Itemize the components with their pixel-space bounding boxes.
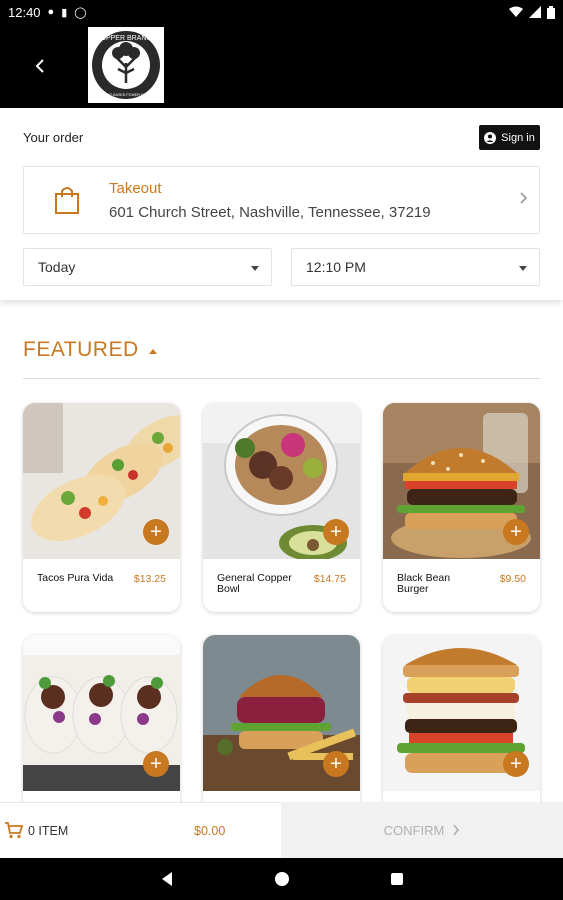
order-method: Takeout (109, 180, 162, 197)
add-to-cart-button[interactable]: + (503, 519, 529, 545)
plus-icon: + (150, 521, 162, 543)
product-price: $14.75 (313, 573, 346, 585)
add-to-cart-button[interactable]: + (143, 519, 169, 545)
product-name: General Copper Bowl (217, 572, 292, 595)
svg-text:PLANT-BASED POWER FOOD: PLANT-BASED POWER FOOD (101, 93, 152, 97)
your-order-label: Your order (23, 130, 84, 145)
status-bar: 12:40 ● ▮ ◯ (0, 0, 563, 24)
confirm-label: CONFIRM (383, 822, 445, 838)
sign-in-label: Sign in (501, 131, 535, 144)
nav-home-icon[interactable] (274, 871, 290, 887)
cart-item-count: 0 ITEM (28, 824, 69, 838)
section-title: FEATURED (23, 338, 139, 361)
day-select[interactable]: Today (23, 248, 272, 286)
add-to-cart-button[interactable]: + (143, 751, 169, 777)
add-to-cart-button[interactable]: + (323, 751, 349, 777)
app-bar: COPPER BRANCH PLANT-BASED POWER FOOD (0, 24, 563, 108)
system-nav-bar (0, 858, 563, 900)
caret-up-icon (148, 348, 157, 354)
order-panel: Your order Sign in Takeout 601 Church St… (0, 108, 563, 300)
product-card[interactable]: + General Copper Bowl $14.75 (203, 403, 360, 612)
product-price: $13.25 (133, 573, 166, 585)
cart-icon (5, 822, 24, 839)
caret-down-icon (519, 266, 527, 271)
shield-notification-icon: ◯ (74, 6, 87, 19)
plus-icon: + (510, 521, 522, 543)
signal-icon (529, 6, 541, 18)
featured-section-toggle[interactable]: FEATURED (23, 338, 157, 362)
cart-bar: 0 ITEM $0.00 CONFIRM (0, 802, 563, 858)
confirm-button[interactable]: CONFIRM (281, 802, 563, 858)
time-select[interactable]: 12:10 PM (291, 248, 540, 286)
logo-emblem: COPPER BRANCH PLANT-BASED POWER FOOD (92, 31, 160, 99)
product-price: $9.50 (499, 573, 526, 585)
time-value: 12:10 PM (306, 259, 366, 275)
chat-notification-icon: ● (47, 6, 55, 18)
nav-recents-icon[interactable] (390, 872, 404, 886)
sign-in-button[interactable]: Sign in (479, 125, 540, 150)
plus-icon: + (330, 521, 342, 543)
nav-back-icon[interactable] (160, 871, 174, 887)
cart-total: $0.00 (194, 824, 226, 838)
battery-icon (547, 5, 555, 19)
day-value: Today (38, 259, 76, 275)
chevron-left-icon (35, 59, 44, 73)
account-icon (484, 131, 497, 144)
caret-down-icon (251, 266, 259, 271)
back-button[interactable] (26, 52, 54, 80)
store-address: 601 Church Street, Nashville, Tennessee,… (109, 204, 431, 221)
plus-icon: + (510, 753, 522, 775)
file-notification-icon: ▮ (61, 6, 68, 19)
order-method-card[interactable]: Takeout 601 Church Street, Nashville, Te… (23, 166, 540, 234)
plus-icon: + (330, 753, 342, 775)
plus-icon: + (150, 753, 162, 775)
chevron-right-icon (520, 192, 528, 204)
svg-text:COPPER BRANCH: COPPER BRANCH (95, 35, 156, 42)
product-card[interactable]: + Black Bean Burger $9.50 (383, 403, 540, 612)
add-to-cart-button[interactable]: + (323, 519, 349, 545)
add-to-cart-button[interactable]: + (503, 751, 529, 777)
shopping-bag-icon (55, 187, 79, 214)
product-name: Black Bean Burger (397, 572, 451, 595)
product-name: Tacos Pura Vida (37, 572, 114, 584)
chevron-right-icon (453, 824, 460, 836)
status-time: 12:40 (8, 4, 41, 20)
product-card[interactable]: + Tacos Pura Vida $13.25 (23, 403, 180, 612)
section-divider (23, 378, 540, 379)
cart-summary[interactable]: 0 ITEM $0.00 (0, 802, 281, 858)
wifi-icon (509, 6, 523, 17)
brand-logo[interactable]: COPPER BRANCH PLANT-BASED POWER FOOD (88, 27, 164, 103)
